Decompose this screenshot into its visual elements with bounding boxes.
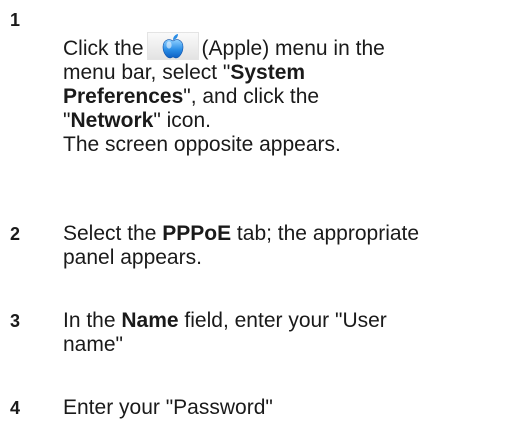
step-text: Click the (Apple) menu in the menu bar, … (63, 32, 513, 157)
step-text-fragment: (Apple) menu in the (201, 37, 385, 60)
step-number: 1 (10, 10, 21, 30)
step-text-fragment: " icon. (153, 109, 211, 132)
ui-term: System (230, 61, 306, 84)
ui-term: Name (121, 309, 179, 332)
step-text-fragment: Select the (63, 222, 163, 245)
step-text-fragment: In the (63, 309, 122, 332)
step-text-fragment: panel appears. (63, 246, 202, 269)
step-number: 2 (10, 224, 21, 244)
step-text-fragment: menu bar, select " (63, 61, 231, 84)
step-line: In the Name field, enter your "User (63, 309, 513, 333)
step-text-fragment: Click the (63, 37, 144, 60)
step-text-fragment: name" (63, 333, 123, 356)
step-number: 3 (10, 311, 21, 331)
step-line: Preferences", and click the (63, 85, 513, 109)
step-text: Select the PPPoE tab; the appropriate pa… (63, 222, 513, 270)
step-line: The screen opposite appears. (63, 133, 513, 157)
step-line: menu bar, select "System (63, 61, 513, 85)
ui-term: Preferences (63, 85, 184, 108)
ui-term: PPPoE (162, 222, 232, 245)
step-text-fragment: tab; the appropriate (231, 222, 420, 245)
step-text-fragment: field, enter your "User (178, 309, 387, 332)
step-text-fragment: ", and click the (183, 85, 320, 108)
step-text: In the Name field, enter your "User name… (63, 309, 513, 357)
step-text-fragment: Enter your "Password" (63, 396, 273, 419)
step-line: Enter your "Password" (63, 396, 513, 420)
step-line: Select the PPPoE tab; the appropriate (63, 222, 513, 246)
step-line: Click the (Apple) menu in the (63, 32, 513, 61)
apple-menu-button (146, 32, 199, 60)
step-line: panel appears. (63, 246, 513, 270)
ui-term: Network (70, 109, 154, 132)
step-text: Enter your "Password" (63, 396, 513, 420)
step-line: "Network" icon. (63, 109, 513, 133)
step-number: 4 (10, 398, 21, 418)
step-line: name" (63, 333, 513, 357)
step-text-fragment: The screen opposite appears. (63, 133, 341, 156)
apple-icon (162, 34, 183, 59)
